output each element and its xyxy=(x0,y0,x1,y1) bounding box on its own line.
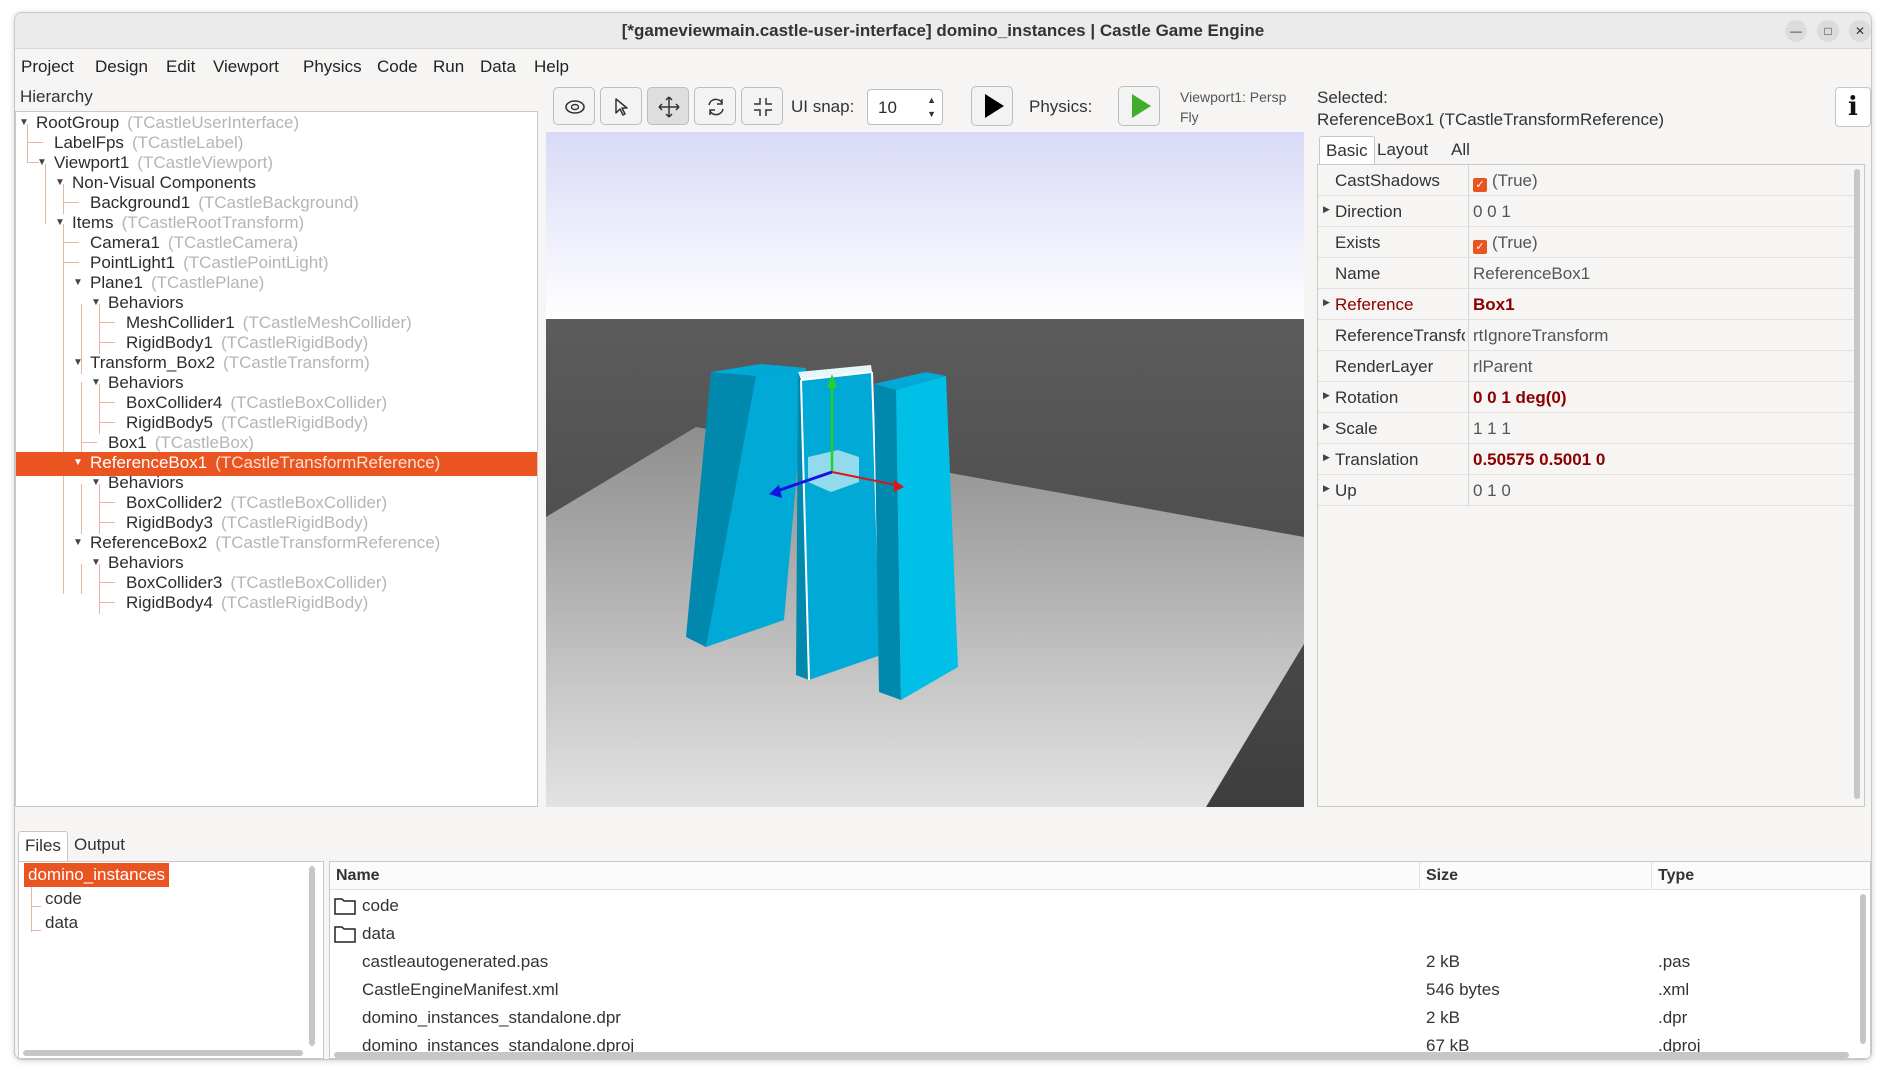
tree-row[interactable]: RigidBody4 (TCastleRigidBody) xyxy=(16,592,537,616)
expand-arrow-icon[interactable]: ▶ xyxy=(1323,452,1330,463)
interact-mode-button[interactable] xyxy=(553,87,595,125)
prop-row-scale[interactable]: ▶ Scale 1 1 1 xyxy=(1318,413,1854,444)
menu-data[interactable]: Data xyxy=(480,57,516,77)
dir-item-root[interactable]: domino_instances xyxy=(24,863,170,887)
window-title: [*gameviewmain.castle-user-interface] do… xyxy=(621,21,1265,40)
prop-row-reference[interactable]: ▶ Reference Box1 xyxy=(1318,289,1854,320)
prop-row-translation[interactable]: ▶ Translation 0.50575 0.5001 0 xyxy=(1318,444,1854,475)
expand-arrow-icon[interactable]: ▶ xyxy=(1323,390,1330,401)
selected-component: ReferenceBox1 (TCastleTransformReference… xyxy=(1317,110,1665,129)
menu-viewport[interactable]: Viewport xyxy=(213,57,279,77)
selected-info: Selected: ReferenceBox1 (TCastleTransfor… xyxy=(1317,87,1664,131)
file-row[interactable]: CastleEngineManifest.xml 546 bytes .xml xyxy=(330,976,1862,1004)
property-grid[interactable]: CastShadows ✓ (True) ▶ Direction 0 0 1 Ex… xyxy=(1317,164,1865,807)
tab-all[interactable]: All xyxy=(1445,136,1476,164)
scene-viewport[interactable] xyxy=(546,132,1304,807)
prop-row-name[interactable]: Name ReferenceBox1 xyxy=(1318,258,1854,289)
translate-mode-button[interactable] xyxy=(647,87,689,125)
menu-bar: Project Design Edit Viewport Physics Cod… xyxy=(15,49,1871,81)
ui-snap-value: 10 xyxy=(878,98,897,117)
viewport-info: Viewport1: Persp Fly xyxy=(1180,87,1286,127)
dir-scrollbar-h[interactable] xyxy=(23,1050,303,1056)
file-list[interactable]: Name Size Type code data castleautogener… xyxy=(329,861,1871,1059)
physics-label: Physics: xyxy=(1029,97,1093,116)
expand-arrow-icon[interactable]: ▶ xyxy=(1323,204,1330,215)
file-row[interactable]: data xyxy=(330,920,1862,948)
spin-arrows-icon[interactable]: ▲ ▼ xyxy=(927,93,936,121)
physics-play-button[interactable] xyxy=(1118,86,1160,126)
files-scrollbar-v[interactable] xyxy=(1860,894,1866,1044)
ui-snap-input[interactable]: 10 ▲ ▼ xyxy=(867,89,943,125)
play-icon xyxy=(985,94,1004,118)
scene-render xyxy=(546,132,1304,807)
move-icon xyxy=(658,96,680,118)
tab-files[interactable]: Files xyxy=(18,831,68,861)
dir-scrollbar-v[interactable] xyxy=(309,866,315,1046)
inspector-scrollbar[interactable] xyxy=(1854,169,1860,799)
dir-item-data[interactable]: data xyxy=(41,911,82,935)
scale-mode-button[interactable] xyxy=(741,87,783,125)
prop-row-castshadows[interactable]: CastShadows ✓ (True) xyxy=(1318,165,1854,196)
tab-layout[interactable]: Layout xyxy=(1371,136,1434,164)
column-type[interactable]: Type xyxy=(1652,862,1870,890)
hierarchy-label: Hierarchy xyxy=(20,87,93,106)
eye-icon xyxy=(565,100,585,114)
cursor-icon xyxy=(615,98,628,116)
menu-physics[interactable]: Physics xyxy=(303,57,362,77)
viewport-camera-info: Viewport1: Persp xyxy=(1180,89,1287,105)
file-row[interactable]: domino_instances_standalone.dpr 2 kB .dp… xyxy=(330,1004,1862,1032)
tab-output[interactable]: Output xyxy=(68,831,131,861)
maximize-button[interactable]: □ xyxy=(1817,20,1839,42)
file-row[interactable]: code xyxy=(330,892,1862,920)
run-button[interactable] xyxy=(971,86,1013,126)
hierarchy-tree[interactable]: ▼ RootGroup (TCastleUserInterface) LabelFp… xyxy=(15,111,538,807)
editor-window: [*gameviewmain.castle-user-interface] do… xyxy=(14,12,1872,1060)
expand-arrow-icon[interactable]: ▶ xyxy=(1323,297,1330,308)
scale-icon xyxy=(754,98,772,116)
prop-row-renderlayer[interactable]: RenderLayer rlParent xyxy=(1318,351,1854,382)
menu-design[interactable]: Design xyxy=(95,57,148,77)
select-mode-button[interactable] xyxy=(600,87,642,125)
menu-edit[interactable]: Edit xyxy=(166,57,195,77)
prop-row-up[interactable]: ▶ Up 0 1 0 xyxy=(1318,475,1854,506)
prop-row-exists[interactable]: Exists ✓ (True) xyxy=(1318,227,1854,258)
expand-arrow-icon[interactable]: ▶ xyxy=(1323,483,1330,494)
prop-row-direction[interactable]: ▶ Direction 0 0 1 xyxy=(1318,196,1854,227)
close-button[interactable]: ✕ xyxy=(1849,20,1871,42)
column-size[interactable]: Size xyxy=(1420,862,1652,890)
physics-play-icon xyxy=(1132,94,1151,118)
directory-tree[interactable]: domino_instances code data xyxy=(18,861,324,1059)
rotate-icon xyxy=(708,98,724,116)
menu-run[interactable]: Run xyxy=(433,57,464,77)
prop-row-rotation[interactable]: ▶ Rotation 0 0 1 deg(0) xyxy=(1318,382,1854,413)
checkbox-checked-icon[interactable]: ✓ xyxy=(1473,178,1487,192)
selected-label: Selected: xyxy=(1317,88,1388,107)
rotate-mode-button[interactable] xyxy=(694,87,736,125)
ui-snap-label: UI snap: xyxy=(791,97,855,116)
menu-code[interactable]: Code xyxy=(377,57,418,77)
menu-help[interactable]: Help xyxy=(534,57,569,77)
checkbox-checked-icon[interactable]: ✓ xyxy=(1473,240,1487,254)
tab-basic[interactable]: Basic xyxy=(1319,136,1375,164)
expand-arrow-icon[interactable]: ▶ xyxy=(1323,421,1330,432)
column-name[interactable]: Name xyxy=(330,862,1420,890)
viewport-navigation-info: Fly xyxy=(1180,109,1199,125)
dir-item-code[interactable]: code xyxy=(41,887,86,911)
menu-project[interactable]: Project xyxy=(21,57,74,77)
file-row[interactable]: castleautogenerated.pas 2 kB .pas xyxy=(330,948,1862,976)
info-icon[interactable]: i xyxy=(1835,87,1871,127)
prop-row-referencetransform[interactable]: ReferenceTransform rtIgnoreTransform xyxy=(1318,320,1854,351)
title-bar: [*gameviewmain.castle-user-interface] do… xyxy=(15,13,1871,49)
files-scrollbar-h[interactable] xyxy=(334,1052,1849,1058)
minimize-button[interactable]: — xyxy=(1785,20,1807,42)
